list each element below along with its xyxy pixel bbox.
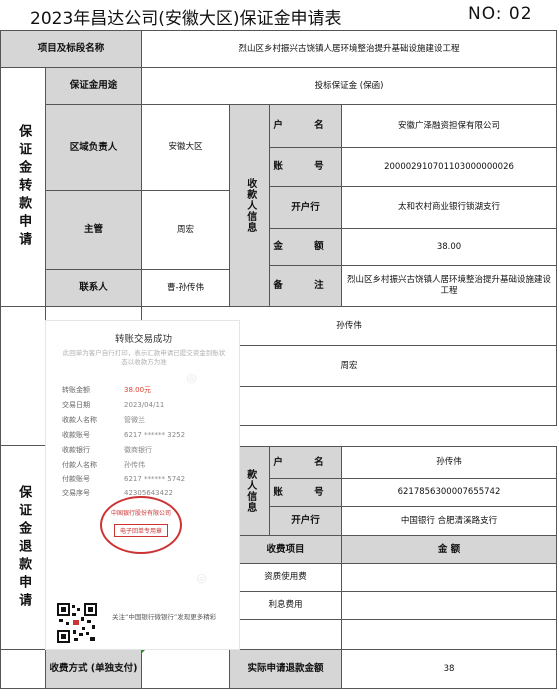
watermark-logo: ◎ — [183, 369, 200, 387]
fee-amount-label: 金 额 — [341, 535, 557, 564]
actual-refund-label: 实际申请退款金额 — [229, 649, 342, 689]
fee-method-value — [141, 649, 230, 689]
qr-code-icon — [57, 603, 97, 643]
refund-name-label: 户 名 — [269, 446, 342, 479]
contact-label: 联系人 — [45, 269, 142, 307]
amount-label: 金 额 — [269, 228, 342, 266]
supervisor-value: 周宏 — [141, 190, 230, 270]
refund-bank-value: 中国银行 合肥清溪路支行 — [341, 506, 557, 536]
supervisor-label: 主管 — [45, 190, 142, 270]
purpose-value: 投标保证金 (保函) — [141, 67, 557, 105]
form-number: NO: 02 — [468, 4, 533, 24]
purpose-label: 保证金用途 — [45, 67, 142, 105]
sign-left-blank — [0, 306, 46, 446]
fee-service: 资质使用费 — [229, 563, 342, 592]
fee-interest-amount — [341, 591, 557, 620]
account-no-label: 账 号 — [269, 147, 342, 187]
account-name-value: 安徽广泽融资担保有限公司 — [341, 104, 557, 148]
receipt-row: 付款人名称 孙传伟 — [62, 461, 145, 469]
receipt-follow-text: 关注“中国银行微银行”发现更多精彩 — [112, 613, 217, 621]
fee-method-label: 收费方式 (单独支付) — [45, 649, 142, 689]
bank-value: 太和农村商业银行锁湖支行 — [341, 186, 557, 229]
project-label: 项目及标段名称 — [0, 30, 142, 68]
fee-blank — [229, 619, 342, 650]
receipt-row: 收款账号 6217 ****** 3252 — [62, 431, 186, 439]
remark-label: 备 注 — [269, 265, 342, 307]
refund-name-value: 孙传伟 — [341, 446, 557, 479]
watermark-logo: ◎ — [193, 569, 210, 587]
actual-refund-value: 38 — [341, 649, 557, 689]
transfer-receipt: 转账交易成功 此回单为客户自行打印，表示汇款申请已提交资金到账状态以收款方为准 … — [45, 320, 240, 650]
fee-blank-amount — [341, 619, 557, 650]
bank-seal: 中国银行股份有限公司 电子回单专用章 — [100, 496, 182, 554]
receipt-row: 付款账号 6217 ****** 5742 — [62, 475, 186, 483]
refund-bank-label: 开户行 — [269, 506, 342, 536]
remark-value: 烈山区乡村振兴古饶镇人居环境整治提升基础设施建设工程 — [341, 265, 557, 307]
payee-info-label: 收款人信息 — [229, 104, 270, 307]
refund-account-value: 6217856300007655742 — [341, 478, 557, 507]
account-name-label: 户 名 — [269, 104, 342, 148]
fee-item-label: 收费项目 — [229, 535, 342, 564]
contact-value: 曹-孙传伟 — [141, 269, 230, 307]
receipt-row: 交易序号 42305643422 — [62, 489, 173, 497]
bank-label: 开户行 — [269, 186, 342, 229]
account-no-value: 200002910701103000000026 — [341, 147, 557, 187]
receipt-row: 收款银行 徽商银行 — [62, 446, 152, 454]
receipt-title: 转账交易成功 — [114, 334, 172, 345]
receipt-row: 收款人名称 管微兰 — [62, 416, 145, 424]
bottom-left-blank — [0, 649, 46, 689]
fee-service-amount — [341, 563, 557, 592]
page-title: 2023年昌达公司(安徽大区)保证金申请表 — [30, 9, 342, 29]
transfer-section-label: 保证金转款申请 — [0, 67, 46, 307]
region-label: 区域负责人 — [45, 104, 142, 191]
region-value: 安徽大区 — [141, 104, 230, 191]
title-bar: 2023年昌达公司(安徽大区)保证金申请表 NO: 02 — [0, 0, 557, 30]
fee-interest: 利息费用 — [229, 591, 342, 620]
refund-account-label: 账 号 — [269, 478, 342, 507]
refund-section-label: 保证金退款申请 — [0, 445, 46, 650]
amount-value: 38.00 — [341, 228, 557, 266]
receipt-note: 此回单为客户自行打印，表示汇款申请已提交资金到账状态以收款方为准 — [62, 349, 226, 366]
receipt-row: 转账金额 38.00元 — [62, 386, 152, 394]
project-value: 烈山区乡村振兴古饶镇人居环境整治提升基础设施建设工程 — [141, 30, 557, 68]
receipt-row: 交易日期 2023/04/11 — [62, 401, 165, 409]
